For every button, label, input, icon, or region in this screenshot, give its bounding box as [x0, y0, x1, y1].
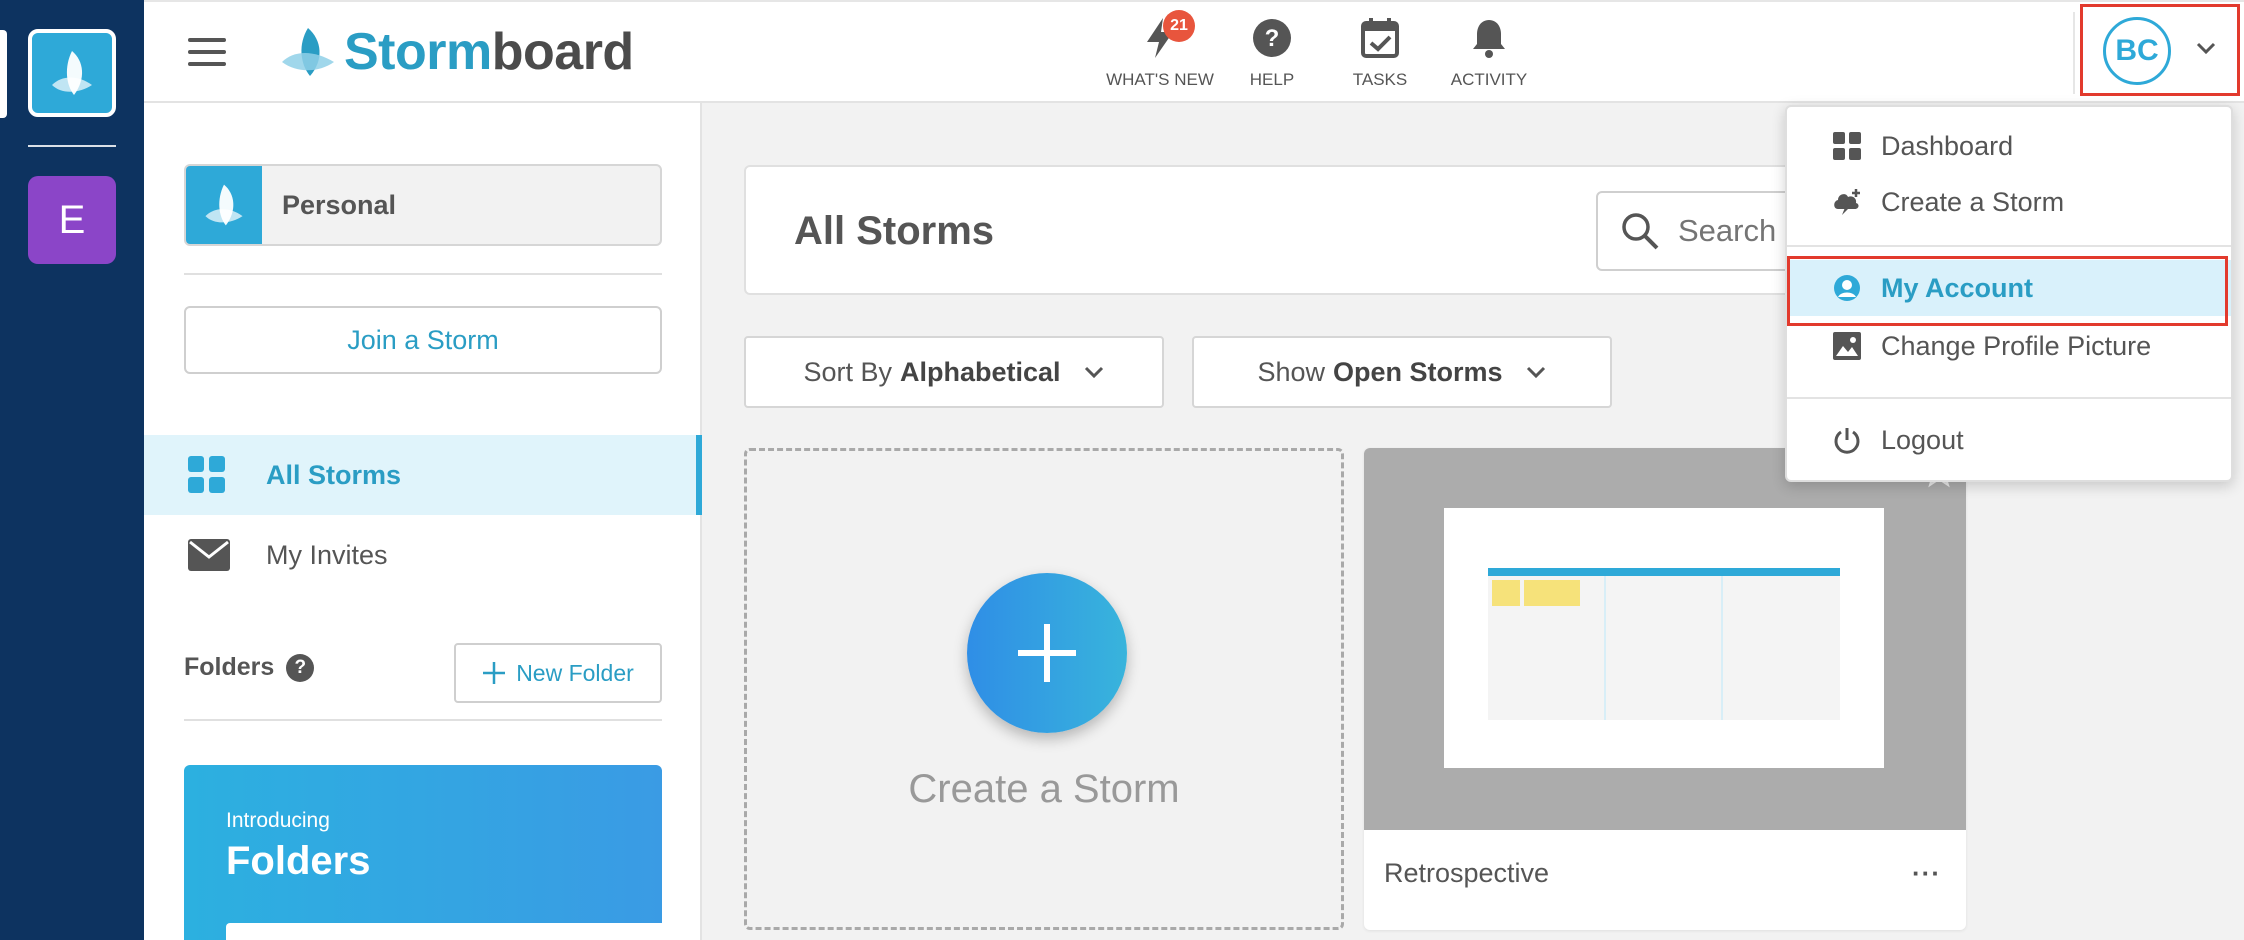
plus-icon [483, 662, 506, 684]
whats-new-label: WHAT'S NEW [1106, 70, 1214, 89]
join-storm-button[interactable]: Join a Storm [184, 306, 662, 374]
workspace-selector[interactable]: Personal [184, 164, 662, 246]
create-storm-label: Create a Storm [908, 767, 1180, 811]
org-e-button[interactable]: E [28, 176, 116, 264]
promo-preview-card [226, 923, 662, 940]
new-folder-button[interactable]: New Folder [454, 643, 662, 703]
stormboard-logo[interactable]: Stormboard [278, 22, 634, 82]
storm-card[interactable]: Retrospective ··· [1364, 448, 1966, 930]
sidebar-item-all-storms[interactable]: All Storms [144, 435, 702, 515]
svg-text:?: ? [1265, 25, 1280, 52]
page-title: All Storms [794, 209, 995, 253]
promo-subtitle: Introducing [226, 809, 330, 832]
folders-heading: Folders ? [184, 653, 315, 682]
menu-item-label: Dashboard [1881, 130, 2014, 161]
power-icon [1834, 428, 1860, 454]
menu-item-create-storm[interactable]: Create a Storm [1787, 174, 2231, 230]
sidebar: Personal Join a Storm All Storms My Invi… [144, 103, 702, 940]
help-circle-icon: ? [1253, 19, 1291, 57]
menu-divider [1787, 397, 2231, 399]
folders-label: Folders [184, 653, 275, 681]
sidebar-item-my-invites[interactable]: My Invites [144, 515, 702, 595]
image-icon [1833, 332, 1861, 360]
more-options-icon[interactable]: ··· [1912, 858, 1941, 889]
calendar-check-icon [1361, 18, 1399, 58]
sidebar-divider [184, 719, 662, 721]
storm-name[interactable]: Retrospective [1384, 858, 1549, 889]
my-account-highlight [1787, 256, 2228, 326]
top-header: Stormboard 21 WHAT'S NEW ? HELP TASKS AC… [144, 0, 2244, 103]
logo-text-board: board [491, 23, 634, 81]
sort-prefix: Sort By [803, 356, 892, 387]
bell-icon [1473, 20, 1505, 58]
plus-icon [1018, 624, 1076, 682]
rail-divider [28, 145, 116, 147]
activity-label: ACTIVITY [1450, 70, 1528, 89]
menu-item-logout[interactable]: Logout [1787, 412, 2231, 468]
active-org-indicator [0, 30, 7, 118]
user-avatar[interactable]: BC [2103, 17, 2171, 85]
menu-item-dashboard[interactable]: Dashboard [1787, 118, 2231, 174]
user-menu-toggle[interactable]: BC [2080, 4, 2240, 96]
chevron-down-icon [1084, 366, 1103, 379]
show-filter-dropdown[interactable]: Show Open Storms [1192, 336, 1612, 408]
stormboard-logo-icon [52, 51, 92, 95]
menu-divider [1787, 245, 2231, 247]
sidebar-divider [184, 273, 662, 275]
folders-help-icon[interactable]: ? [286, 653, 315, 682]
grid-icon [1833, 132, 1861, 160]
promo-title: Folders [226, 839, 371, 883]
show-prefix: Show [1257, 356, 1325, 387]
new-folder-label: New Folder [516, 659, 634, 686]
workspace-logo [186, 166, 262, 244]
sidebar-item-label: All Storms [266, 459, 402, 490]
storm-thumbnail [1364, 448, 1966, 830]
show-value: Open Storms [1333, 356, 1503, 387]
stormboard-logo-icon [205, 184, 243, 226]
whats-new-button[interactable]: 21 WHAT'S NEW [1095, 10, 1225, 90]
tasks-label: TASKS [1352, 70, 1408, 89]
org-stormboard-button[interactable] [28, 29, 116, 117]
grid-icon [188, 456, 225, 493]
hamburger-menu-icon[interactable] [188, 38, 226, 68]
create-storm-card[interactable]: Create a Storm [744, 448, 1344, 930]
storms-title-bar: All Storms [744, 165, 1916, 295]
whats-new-badge: 21 [1163, 10, 1195, 42]
org-rail: E [0, 0, 144, 940]
sidebar-item-label: My Invites [266, 539, 388, 570]
menu-item-change-profile-picture[interactable]: Change Profile Picture [1787, 318, 2231, 374]
menu-item-label: Logout [1881, 424, 1964, 455]
help-label: HELP [1249, 70, 1295, 89]
chevron-down-icon[interactable] [2195, 41, 2217, 55]
activity-button[interactable]: ACTIVITY [1424, 12, 1554, 90]
storm-preview [1444, 508, 1884, 768]
create-storm-plus-button[interactable] [967, 573, 1127, 733]
logo-text-storm: Storm [344, 23, 492, 81]
workspace-name: Personal [282, 189, 397, 220]
search-icon [1622, 213, 1659, 250]
menu-item-label: Change Profile Picture [1881, 330, 2152, 361]
sort-dropdown[interactable]: Sort By Alphabetical [744, 336, 1164, 408]
header-separator [2073, 12, 2075, 94]
envelope-icon [188, 539, 230, 571]
storm-plus-icon [1834, 189, 1860, 215]
folders-promo-banner[interactable]: Introducing Folders [184, 765, 662, 940]
sort-value: Alphabetical [899, 356, 1061, 387]
menu-item-label: Create a Storm [1881, 186, 2065, 217]
board-preview-image [1488, 568, 1840, 720]
chevron-down-icon [1526, 366, 1545, 379]
stormboard-mark-icon [282, 28, 334, 76]
